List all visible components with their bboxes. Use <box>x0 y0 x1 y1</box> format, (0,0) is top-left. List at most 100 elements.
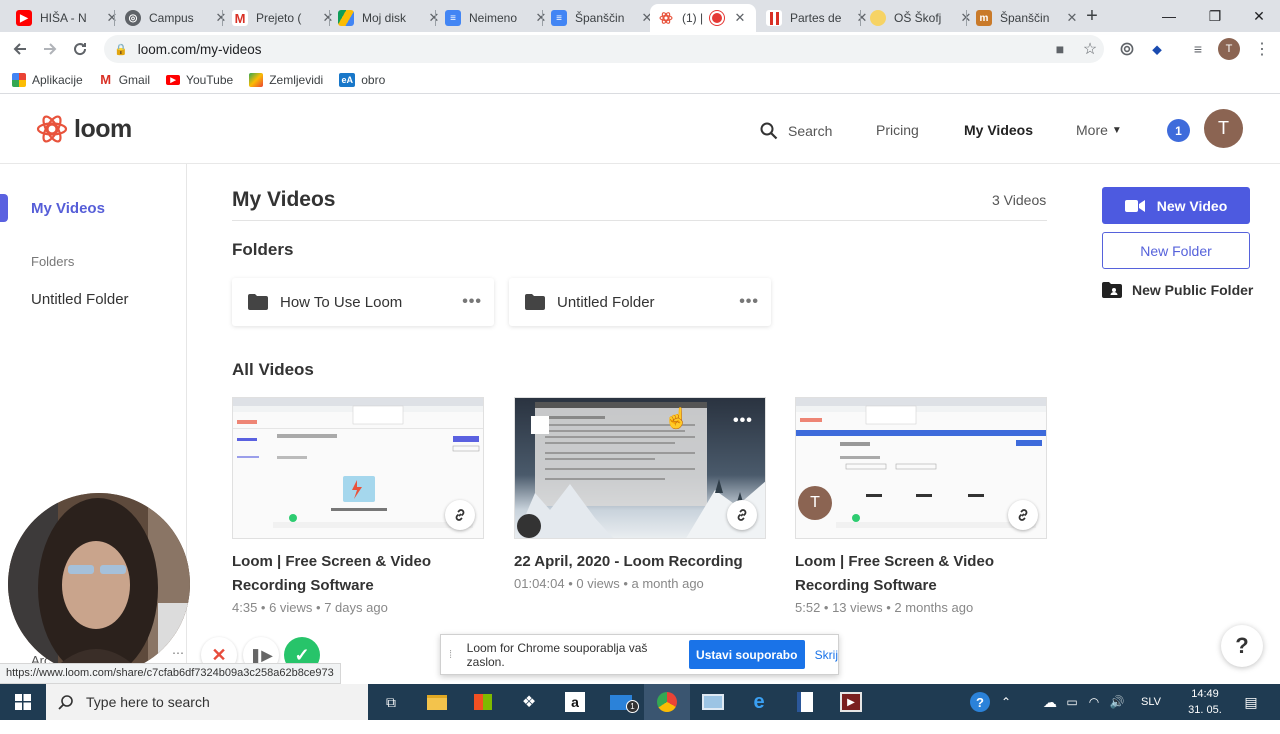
amazon-icon[interactable]: a <box>552 684 598 720</box>
webcam-bubble[interactable] <box>8 493 190 675</box>
user-avatar[interactable]: T <box>1204 109 1243 148</box>
back-button[interactable] <box>9 38 31 60</box>
video-title[interactable]: Loom | Free Screen & Video Recording Sof… <box>232 550 484 598</box>
close-icon[interactable]: ✕ <box>732 10 748 26</box>
sidebar-folders-label: Folders <box>31 254 75 269</box>
file-explorer-icon[interactable] <box>414 684 460 720</box>
drag-handle-icon[interactable]: ⋯ <box>172 646 184 660</box>
bookmark-label: Aplikacije <box>32 72 83 87</box>
more-options-icon[interactable]: ••• <box>462 293 482 311</box>
browser-tab[interactable]: ◎ Campus ✕ <box>117 4 237 32</box>
video-thumbnail[interactable]: T <box>795 397 1047 539</box>
browser-tab[interactable]: ▶ HIŠA - N ✕ <box>8 4 128 32</box>
forward-button[interactable] <box>39 38 61 60</box>
loom-logo[interactable]: loom <box>36 113 132 145</box>
more-options-icon[interactable]: ••• <box>733 412 753 430</box>
loom-icon <box>658 10 674 26</box>
bookmark-gmail[interactable]: M Gmail <box>99 72 150 87</box>
stop-sharing-button[interactable]: Ustavi souporabo <box>688 640 805 669</box>
store-icon[interactable] <box>460 684 506 720</box>
cloud-icon[interactable]: ☁ <box>1040 684 1060 720</box>
notifications-icon[interactable]: ▤ <box>1236 684 1266 720</box>
browser-tab[interactable]: ≡ Španščin ✕ <box>543 4 663 32</box>
help-tray-icon[interactable]: ? <box>966 684 994 720</box>
minimize-button[interactable]: — <box>1146 0 1192 32</box>
folder-card[interactable]: How To Use Loom ••• <box>232 278 494 326</box>
volume-icon[interactable]: 🔊 <box>1106 684 1128 720</box>
remote-desktop-icon[interactable] <box>690 684 736 720</box>
bookmark-label: obro <box>361 72 386 87</box>
help-button[interactable]: ? <box>1221 625 1263 667</box>
uploader-avatar: T <box>798 486 832 520</box>
address-bar[interactable]: 🔒 loom.com/my-videos <box>104 35 1104 63</box>
task-view-icon[interactable]: ⧉ <box>368 684 414 720</box>
copy-link-button[interactable] <box>727 500 757 530</box>
tab-label: Prejeto ( <box>256 11 302 25</box>
close-window-button[interactable]: ✕ <box>1236 0 1280 32</box>
sidebar-item-untitled-folder[interactable]: Untitled Folder <box>31 291 129 308</box>
media-player-icon[interactable]: ▶ <box>828 684 874 720</box>
drag-grip-icon[interactable]: ⁞ <box>449 649 463 661</box>
wifi-icon[interactable]: ◠ <box>1084 684 1104 720</box>
new-tab-button[interactable]: + <box>1070 0 1114 32</box>
link-icon <box>737 509 747 521</box>
taskbar-clock[interactable]: 14:49 31. 05. 2020 <box>1178 686 1232 734</box>
chevron-up-icon[interactable]: ⌃ <box>996 684 1016 720</box>
video-thumbnail[interactable] <box>232 397 484 539</box>
word-document-icon[interactable] <box>782 684 828 720</box>
new-public-folder-button[interactable]: New Public Folder <box>1102 282 1253 298</box>
profile-avatar[interactable]: T <box>1218 38 1240 60</box>
sidebar-item-my-videos[interactable]: My Videos <box>31 200 105 217</box>
gmail-icon: M <box>232 10 248 26</box>
camera-icon[interactable]: ■ <box>1050 39 1070 59</box>
bookmark-maps[interactable]: Zemljevidi <box>249 72 323 87</box>
browser-tab-strip: ▶ HIŠA - N ✕ ◎ Campus ✕ M Prejeto ( ✕ Mo… <box>0 0 1280 32</box>
bookmark-star-icon[interactable]: ☆ <box>1080 39 1100 59</box>
new-folder-button[interactable]: New Folder <box>1102 232 1250 269</box>
browser-tab[interactable]: ≡ Neimeno ✕ <box>437 4 557 32</box>
nav-my-videos[interactable]: My Videos <box>964 122 1033 138</box>
nav-more[interactable]: More ▼ <box>1076 122 1122 138</box>
language-indicator[interactable]: SLV <box>1134 684 1168 720</box>
loom-extension-icon[interactable] <box>1117 39 1137 59</box>
start-button[interactable] <box>0 684 46 720</box>
nav-search[interactable]: Search <box>760 122 832 140</box>
battery-icon[interactable]: ▭ <box>1062 684 1082 720</box>
video-title[interactable]: Loom | Free Screen & Video Recording Sof… <box>795 550 1047 598</box>
video-title[interactable]: 22 April, 2020 - Loom Recording <box>514 550 766 574</box>
taskbar-search[interactable]: Type here to search <box>46 684 368 720</box>
search-icon <box>760 122 778 140</box>
maximize-button[interactable]: ❐ <box>1192 0 1238 32</box>
sidebar-active-indicator <box>0 194 8 222</box>
link-icon <box>455 509 465 521</box>
media-queue-icon[interactable]: ≡ <box>1188 39 1208 59</box>
new-video-button[interactable]: New Video <box>1102 187 1250 224</box>
bookmark-obro[interactable]: eA obro <box>339 72 386 87</box>
menu-kebab-icon[interactable]: ⋮ <box>1252 39 1272 59</box>
video-thumbnail[interactable]: ••• <box>514 397 766 539</box>
browser-tab[interactable]: Moj disk ✕ <box>330 4 450 32</box>
browser-tab[interactable]: OŠ Škofj ✕ <box>862 4 982 32</box>
location-pin-icon[interactable]: ⬥ <box>1147 39 1167 59</box>
copy-link-button[interactable] <box>445 500 475 530</box>
notification-badge[interactable]: 1 <box>1167 119 1190 142</box>
browser-toolbar: 🔒 loom.com/my-videos ■ ☆ ⬥ ≡ T ⋮ <box>0 32 1280 66</box>
hide-link[interactable]: Skrij <box>815 648 838 662</box>
reload-button[interactable] <box>69 38 91 60</box>
nav-pricing[interactable]: Pricing <box>876 122 919 138</box>
more-options-icon[interactable]: ••• <box>739 293 759 311</box>
chrome-icon[interactable] <box>644 684 690 720</box>
folder-card[interactable]: Untitled Folder ••• <box>509 278 771 326</box>
bookmark-youtube[interactable]: ▶ YouTube <box>166 73 233 87</box>
bookmark-apps[interactable]: Aplikacije <box>12 72 83 87</box>
browser-tab-active[interactable]: (1) | ✕ <box>650 4 756 32</box>
dropbox-icon[interactable]: ❖ <box>506 684 552 720</box>
edge-icon[interactable]: e <box>736 684 782 720</box>
mail-icon[interactable]: 1 <box>598 684 644 720</box>
reload-icon <box>74 43 87 56</box>
youtube-icon: ▶ <box>16 10 32 26</box>
divider <box>232 220 1047 221</box>
copy-link-button[interactable] <box>1008 500 1038 530</box>
video-camera-icon <box>1124 199 1145 212</box>
browser-tab[interactable]: M Prejeto ( ✕ <box>224 4 344 32</box>
